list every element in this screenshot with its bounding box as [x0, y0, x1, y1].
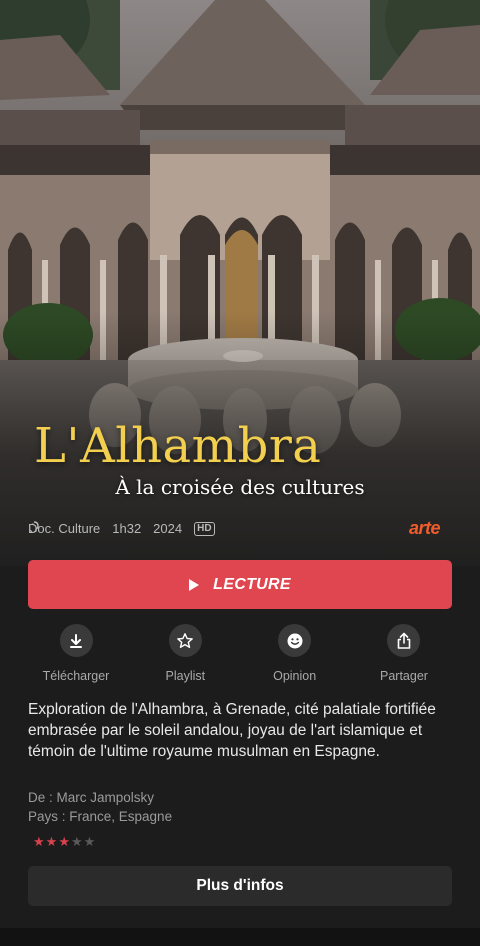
star-filled-icon: ★ — [58, 834, 70, 849]
credits: De : Marc Jampolsky Pays : France, Espag… — [28, 789, 172, 826]
more-info-button[interactable]: Plus d'infos — [28, 866, 452, 906]
rating-stars: ★ ★ ★ ★ ★ — [33, 835, 95, 848]
share-button[interactable]: Partager — [356, 624, 452, 683]
countries-line: Pays : France, Espagne — [28, 808, 173, 824]
hd-badge: HD — [194, 521, 215, 536]
star-filled-icon: ★ — [33, 834, 45, 849]
share-icon — [387, 624, 421, 657]
opinion-label: Opinion — [273, 669, 317, 683]
program-description: Exploration de l'Alhambra, à Grenade, ci… — [28, 701, 436, 760]
star-filled-icon: ★ — [45, 834, 58, 849]
duration-label: 1h32 — [112, 521, 142, 536]
director-line: De : Marc Jampolsky — [28, 790, 155, 805]
download-label: Télécharger — [42, 669, 110, 683]
star-empty-icon: ★ — [70, 834, 83, 849]
play-icon — [189, 578, 200, 591]
playlist-button[interactable]: Playlist — [137, 624, 233, 683]
arte-logo: arte — [408, 518, 441, 538]
playlist-label: Playlist — [165, 669, 206, 683]
program-title: L'Alhambra — [34, 418, 322, 474]
smiley-icon — [278, 624, 312, 657]
play-button-label: LECTURE — [213, 575, 291, 593]
star-empty-icon: ★ — [83, 834, 96, 849]
action-row: Télécharger Playlist Opinion Partager — [28, 624, 452, 683]
program-meta: Doc. Culture 1h32 2024 HD — [28, 521, 227, 536]
bottom-bar — [0, 928, 480, 946]
share-label: Partager — [380, 669, 428, 683]
hero-image: L'Alhambra À la croisée des cultures Doc… — [0, 0, 480, 566]
download-icon — [59, 624, 93, 657]
year-label: 2024 — [153, 521, 183, 536]
opinion-button[interactable]: Opinion — [247, 624, 343, 683]
play-button[interactable]: LECTURE — [28, 560, 452, 609]
star-outline-icon — [168, 624, 202, 657]
download-button[interactable]: Télécharger — [28, 624, 124, 683]
program-subtitle: À la croisée des cultures — [115, 475, 365, 499]
